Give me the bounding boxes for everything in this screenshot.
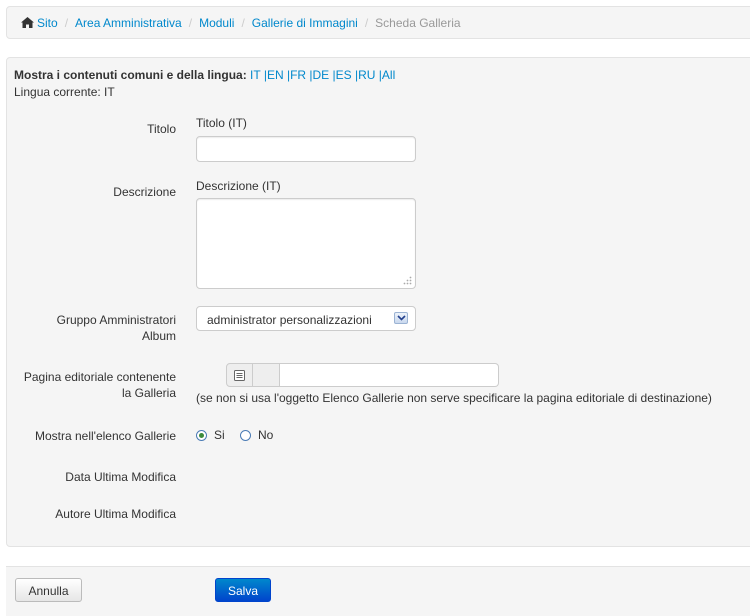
page-clear-button[interactable] <box>253 363 280 387</box>
lang-link-it[interactable]: IT <box>250 68 260 82</box>
breadcrumb-link-gallerie[interactable]: Gallerie di Immagini <box>252 16 358 30</box>
select-arrow[interactable] <box>394 312 408 324</box>
radio-si-label: Si <box>214 428 225 442</box>
page-browse-button[interactable] <box>226 363 253 387</box>
lang-link-de[interactable]: DE <box>313 68 330 82</box>
form-actions: Annulla Salva <box>6 566 750 616</box>
lang-link-all[interactable]: All <box>382 68 395 82</box>
breadcrumb-link-sito[interactable]: Sito <box>37 16 58 30</box>
last-modified-author-label: Autore Ultima Modifica <box>55 507 176 521</box>
editorial-page-label-line2: la Galleria <box>121 386 176 400</box>
radio-si-circle[interactable] <box>196 429 207 441</box>
cancel-button[interactable]: Annulla <box>15 578 82 602</box>
save-button[interactable]: Salva <box>215 578 271 602</box>
breadcrumb: Sito / Area Amministrativa / Moduli / Ga… <box>6 6 750 39</box>
breadcrumb-current: Scheda Galleria <box>375 15 461 30</box>
admin-group-label: Gruppo Amministratori Album <box>27 312 176 344</box>
radio-no-label: No <box>258 428 274 442</box>
gallery-form-panel: Mostra i contenuti comuni e della lingua… <box>6 57 750 547</box>
editorial-page-label: Pagina editoriale contenente la Galleria <box>7 369 176 401</box>
admin-group-select[interactable]: administrator personalizzazioni <box>196 306 416 331</box>
breadcrumb-separator: / <box>188 15 193 30</box>
radio-no-circle[interactable] <box>240 429 251 441</box>
home-icon <box>21 17 34 28</box>
breadcrumb-separator: / <box>241 15 245 30</box>
language-selector: Mostra i contenuti comuni e della lingua… <box>14 68 396 82</box>
admin-group-label-line1: Gruppo Amministratori <box>56 313 176 327</box>
breadcrumb-separator: / <box>64 15 69 30</box>
current-language: Lingua corrente: IT <box>14 85 115 99</box>
title-input[interactable] <box>196 136 416 162</box>
lang-link-es[interactable]: ES <box>336 68 352 82</box>
editorial-page-hint: (se non si usa l'oggetto Elenco Gallerie… <box>196 391 712 405</box>
lang-link-ru[interactable]: RU <box>358 68 375 82</box>
language-prompt: Mostra i contenuti comuni e della lingua… <box>14 68 247 82</box>
document-icon <box>234 370 245 381</box>
title-label: Titolo <box>147 122 176 136</box>
chevron-down-icon <box>397 315 406 321</box>
resize-grip-icon[interactable] <box>403 276 412 285</box>
breadcrumb-link-area-amministrativa[interactable]: Area Amministrativa <box>75 16 182 30</box>
last-modified-date-label: Data Ultima Modifica <box>65 470 176 484</box>
lang-link-fr[interactable]: FR <box>290 68 306 82</box>
breadcrumb-link-moduli[interactable]: Moduli <box>199 16 234 30</box>
editorial-page-picker <box>226 363 499 387</box>
title-sublabel: Titolo (IT) <box>196 116 247 130</box>
show-in-list-label: Mostra nell'elenco Gallerie <box>34 429 176 443</box>
breadcrumb-separator: / <box>364 15 369 30</box>
admin-group-label-line2: Album <box>141 329 176 343</box>
radio-option-si[interactable]: Si <box>196 428 225 442</box>
editorial-page-label-line1: Pagina editoriale contenente <box>23 370 176 384</box>
admin-group-selected: administrator personalizzazioni <box>207 313 372 327</box>
description-label: Descrizione <box>113 185 176 199</box>
description-textarea[interactable] <box>196 198 416 289</box>
lang-link-en[interactable]: EN <box>267 68 284 82</box>
radio-option-no[interactable]: No <box>240 428 273 442</box>
description-sublabel: Descrizione (IT) <box>196 179 281 193</box>
editorial-page-input[interactable] <box>280 363 499 387</box>
